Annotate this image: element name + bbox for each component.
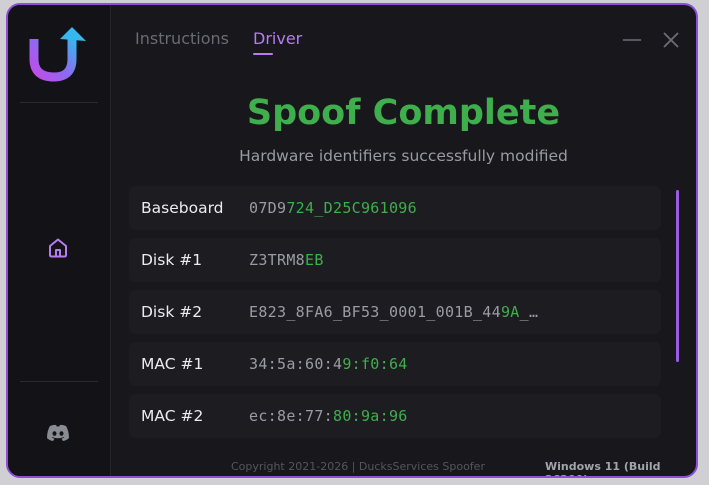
row-value: 34:5a:60:49:f0:64 bbox=[249, 355, 408, 373]
row-disk-2: Disk #2 E823_8FA6_BF53_0001_001B_449A_… bbox=[129, 290, 661, 334]
value-unchanged: Z3TRM8 bbox=[249, 251, 305, 269]
value-tail: _… bbox=[519, 303, 539, 321]
row-value: 07D9724_D25C961096 bbox=[249, 199, 417, 217]
value-changed: EB bbox=[305, 251, 324, 269]
discord-icon[interactable] bbox=[44, 419, 72, 447]
home-icon[interactable] bbox=[44, 234, 72, 262]
app-window: Instructions Driver Spoof Complete Hardw… bbox=[6, 3, 698, 478]
scrollbar[interactable] bbox=[676, 190, 679, 362]
value-changed: 9A bbox=[500, 303, 520, 321]
row-label: Disk #2 bbox=[141, 303, 203, 321]
row-mac-1: MAC #1 34:5a:60:49:f0:64 bbox=[129, 342, 661, 386]
row-label: Disk #1 bbox=[141, 251, 203, 269]
sidebar-divider-bottom bbox=[20, 381, 98, 382]
tab-instructions[interactable]: Instructions bbox=[135, 29, 229, 48]
row-value: ec:8e:77:80:9a:96 bbox=[249, 407, 408, 425]
sidebar-divider bbox=[20, 102, 98, 103]
page-title: Spoof Complete bbox=[246, 93, 561, 133]
app-logo bbox=[24, 23, 90, 83]
row-label: Baseboard bbox=[141, 199, 224, 217]
value-changed: 724_D25C961096 bbox=[286, 199, 417, 217]
page-subtitle: Hardware identifiers successfully modifi… bbox=[239, 147, 568, 165]
value-unchanged: 34:5a:60:4 bbox=[249, 355, 343, 373]
copyright-text: Copyright 2021-2026 | DucksServices Spoo… bbox=[231, 460, 485, 473]
sidebar bbox=[8, 5, 111, 476]
os-version-text: Windows 11 (Build 26200) bbox=[545, 460, 661, 476]
value-unchanged: 07D9 bbox=[249, 199, 287, 217]
active-tab-indicator bbox=[253, 53, 273, 55]
value-unchanged: ec:8e:77: bbox=[249, 407, 333, 425]
main-panel: Instructions Driver Spoof Complete Hardw… bbox=[111, 5, 696, 476]
row-label: MAC #2 bbox=[141, 407, 204, 425]
row-baseboard: Baseboard 07D9724_D25C961096 bbox=[129, 186, 661, 230]
row-label: MAC #1 bbox=[141, 355, 204, 373]
row-disk-1: Disk #1 Z3TRM8EB bbox=[129, 238, 661, 282]
row-value: Z3TRM8EB bbox=[249, 251, 324, 269]
row-mac-2: MAC #2 ec:8e:77:80:9a:96 bbox=[129, 394, 661, 438]
minimize-icon[interactable] bbox=[621, 29, 643, 51]
close-icon[interactable] bbox=[660, 29, 682, 51]
value-changed: 9:f0:64 bbox=[342, 355, 408, 373]
hardware-list: Baseboard 07D9724_D25C961096 Disk #1 Z3T… bbox=[129, 186, 661, 446]
tab-driver[interactable]: Driver bbox=[253, 29, 302, 48]
value-changed: 80:9a:96 bbox=[332, 407, 408, 425]
row-value: E823_8FA6_BF53_0001_001B_449A_… bbox=[249, 303, 538, 321]
value-unchanged: E823_8FA6_BF53_0001_001B_44 bbox=[249, 303, 501, 321]
